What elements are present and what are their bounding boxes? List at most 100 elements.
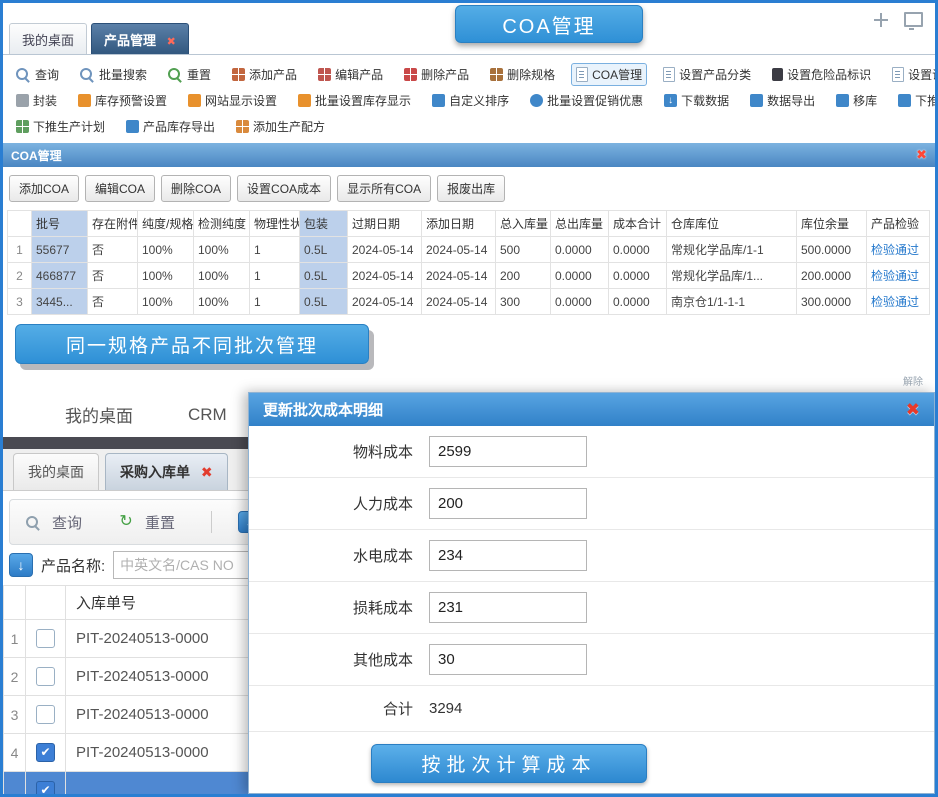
row-checkbox[interactable] [36,743,55,762]
cell-total-outbound: 0.0000 [550,288,609,315]
toolbar-button[interactable]: 封装 [11,89,62,112]
toolbar-button[interactable]: 删除规格 [485,63,560,86]
cell-warehouse-location: 常规化学品库/1-1 [666,236,797,263]
nav-tab-my-desktop[interactable]: 我的桌面 [65,402,133,427]
dialog-body: 物料成本 人力成本 水电成本 损耗成本 [249,426,934,686]
coa-table-row[interactable]: 3 3445... 否 100% 100% 1 0.5L 2024-05-14 … [7,288,930,315]
toolbar-button[interactable]: 库存预警设置 [73,89,172,112]
cell-batch-no: 55677 [31,236,88,263]
coa-table-header-cell: 添加日期 [421,210,496,237]
close-icon[interactable]: ✖ [906,400,920,420]
coa-table-header-cell: 纯度/规格 [137,210,194,237]
coa-action-button[interactable]: 编辑COA [85,175,156,202]
toolbar-button[interactable]: 重置 [163,63,216,86]
monitor-icon[interactable] [904,12,923,30]
coa-action-button[interactable]: 删除COA [161,175,232,202]
toolbar-button-label: 设置产品分类 [679,67,752,82]
cost-input[interactable] [429,436,587,467]
tab-product-management[interactable]: 产品管理 ✖ [91,23,189,54]
corner-text: 解除 [903,377,923,388]
toolbar-button[interactable]: COA管理 [571,62,648,86]
row-checkbox[interactable] [36,667,55,686]
dialog-field-row: 其他成本 [249,634,934,686]
toolbar-button-label: 删除产品 [421,67,470,82]
product-name-label: 产品名称: [41,557,106,575]
toolbar-button[interactable]: 添加生产配方 [231,115,330,138]
toolbar-button[interactable]: 下推项目 [893,89,935,112]
coa-doc-icon [576,66,589,82]
inspection-link[interactable]: 检验通过 [866,236,930,263]
cost-input[interactable] [429,592,587,623]
coa-action-button[interactable]: 设置COA成本 [237,175,332,202]
bw-tab-purchase-inbound[interactable]: 采购入库单 ✖ [105,453,228,490]
row-checkbox[interactable] [36,629,55,648]
toolbar-button-label: 下推生产计划 [33,119,106,134]
push-plan-icon [16,119,29,133]
coa-table-row[interactable]: 1 55677 否 100% 100% 1 0.5L 2024-05-14 20… [7,236,930,263]
edit-product-icon [318,67,332,81]
add-product-icon [232,67,246,81]
coa-table-header-cell [7,210,32,237]
toolbar-button[interactable]: 网站显示设置 [183,89,282,112]
toolbar-button[interactable]: 设置危险品标识 [767,63,876,86]
coa-table-header-cell: 过期日期 [347,210,422,237]
cell-batch-no: 466877 [31,262,88,289]
cell-expiry-date: 2024-05-14 [347,262,422,289]
nav-tab-crm[interactable]: CRM [188,405,227,425]
coa-action-button[interactable]: 报废出库 [437,175,506,202]
coa-action-button[interactable]: 添加COA [9,175,80,202]
toolbar-button[interactable]: 删除产品 [399,63,474,86]
coa-table-header-cell: 包装 [299,210,348,237]
row-checkbox[interactable] [36,781,55,794]
coa-table-header-cell: 仓库库位 [666,210,797,237]
coa-action-button[interactable]: 显示所有COA [337,175,432,202]
toolbar-button[interactable]: 移库 [831,89,882,112]
coa-table-row[interactable]: 2 466877 否 100% 100% 1 0.5L 2024-05-14 2… [7,262,930,289]
calculate-cost-button[interactable]: 按批次计算成本 [371,744,647,783]
cell-physical-state: 1 [249,288,300,315]
screen-root: 我的桌面 产品管理 ✖ COA管理 查询 批量搜索 重置 添加产品 编辑产品 删… [0,0,938,797]
toolbar-button[interactable]: 编辑产品 [313,63,388,86]
bw-tab-my-desktop[interactable]: 我的桌面 [13,453,99,490]
toolbar-button[interactable]: 自定义排序 [427,89,514,112]
toolbar-button-label: COA管理 [592,67,643,82]
toolbar-row-3: 下推生产计划 产品库存导出 添加生产配方 [11,113,927,139]
toolbar-button[interactable]: 查询 [11,63,64,86]
toolbar-button[interactable]: 数据导出 [745,89,820,112]
tab-close-icon[interactable]: ✖ [201,464,213,480]
toolbar-button[interactable]: 设置说明书 [887,63,935,86]
toolbar-button[interactable]: 批量设置促销优惠 [525,89,648,112]
toolbar-button[interactable]: 批量搜索 [75,63,152,86]
toolbar-row-1: 查询 批量搜索 重置 添加产品 编辑产品 删除产品 删除规格 COA管理 设置产… [11,61,935,87]
pin-icon[interactable] [874,12,888,27]
row-number: 1 [3,619,26,658]
tab-my-desktop[interactable]: 我的桌面 [9,23,88,54]
bw-toolbar-button[interactable]: 重置 [118,512,175,533]
toolbar-button[interactable]: 设置产品分类 [658,63,756,86]
tab-label: 产品管理 [104,33,157,48]
toolbar-button[interactable]: 添加产品 [227,63,302,86]
cell-location-balance: 200.0000 [796,262,867,289]
inspection-link[interactable]: 检验通过 [866,262,930,289]
stock-warning-icon [78,93,92,107]
toolbar-button[interactable]: 批量设置库存显示 [293,89,416,112]
cost-input[interactable] [429,644,587,675]
row-number: 1 [7,236,32,263]
inspection-link[interactable]: 检验通过 [866,288,930,315]
toolbar-button-label: 批量设置促销优惠 [547,93,644,108]
toolbar-button[interactable]: 下载数据 [659,89,734,112]
bw-toolbar-button[interactable]: 查询 [26,512,82,533]
toolbar-button[interactable]: 下推生产计划 [11,115,110,138]
cost-input[interactable] [429,540,587,571]
cell-add-date: 2024-05-14 [421,262,496,289]
field-label: 损耗成本 [352,600,413,617]
close-icon[interactable]: ✖ [916,147,927,163]
tab-close-icon[interactable]: ✖ [167,36,176,48]
row-number: 3 [7,288,32,315]
cost-input[interactable] [429,488,587,519]
download-icon[interactable] [9,553,33,577]
cell-physical-state: 1 [249,262,300,289]
toolbar-button[interactable]: 产品库存导出 [121,115,220,138]
dialog-header: 更新批次成本明细 ✖ [249,393,934,426]
row-checkbox[interactable] [36,705,55,724]
